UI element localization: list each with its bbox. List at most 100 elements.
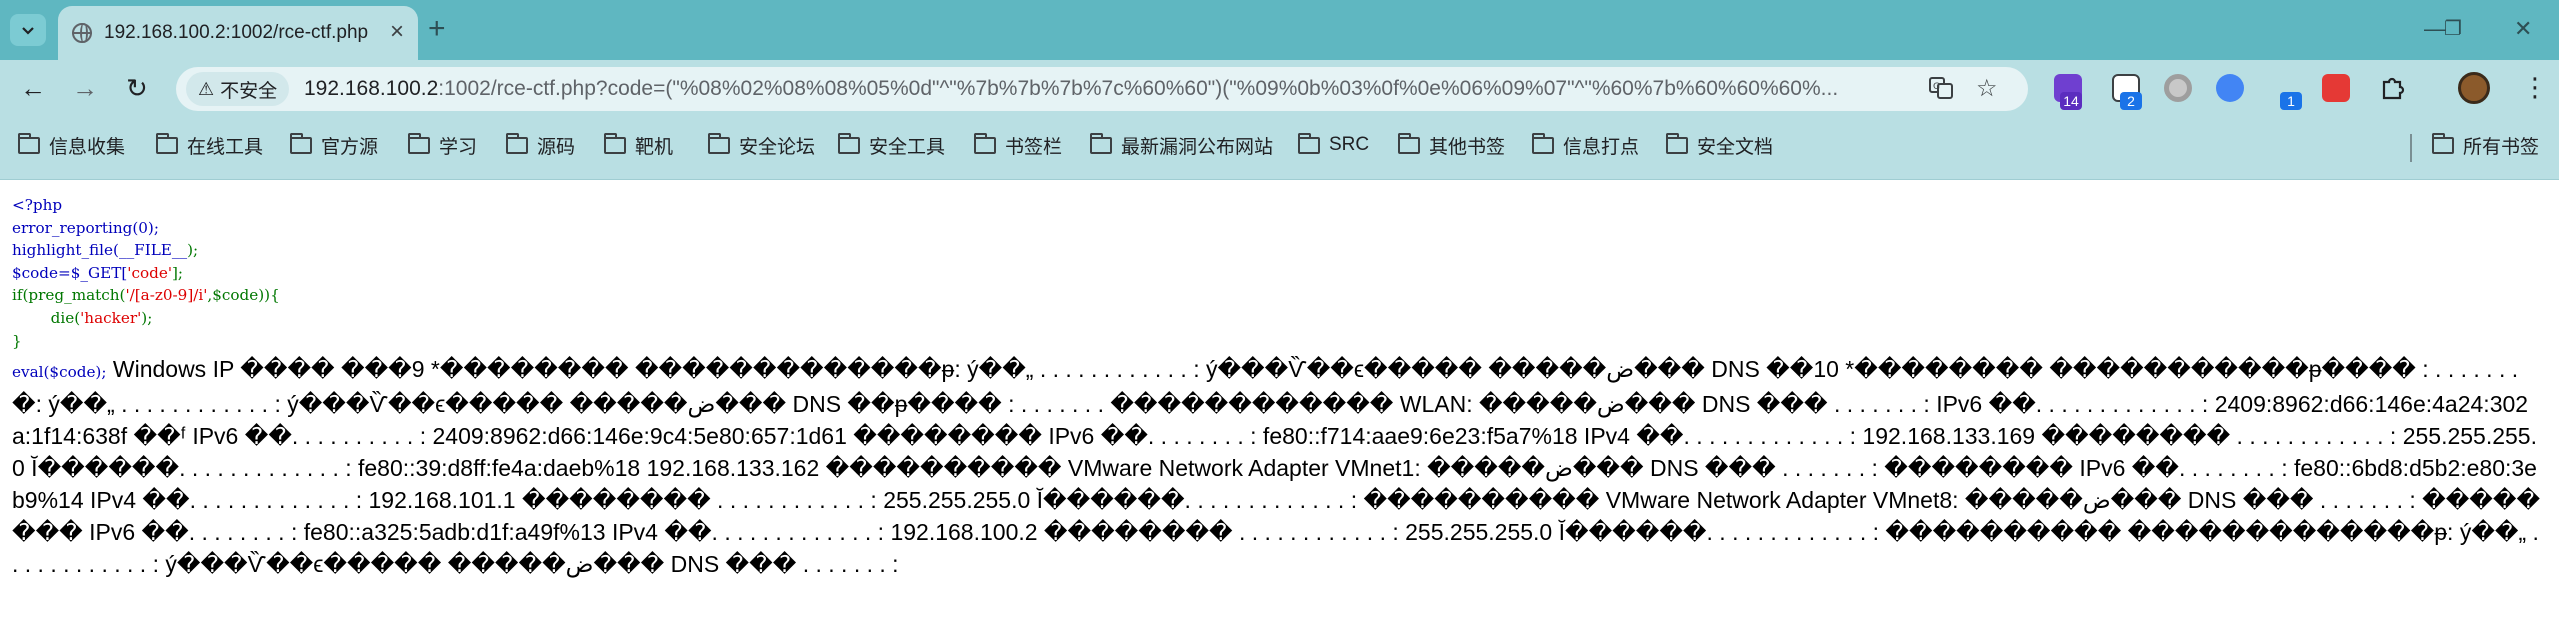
tab-search-button[interactable] <box>10 14 46 46</box>
bookmark-folder[interactable]: 最新漏洞公布网站 <box>1090 130 1273 160</box>
bookmark-label: 最新漏洞公布网站 <box>1121 136 1274 158</box>
code-line: if(preg_match( <box>12 286 126 305</box>
code-token: ]; <box>172 263 184 282</box>
folder-icon <box>838 132 860 154</box>
folder-icon <box>708 132 730 154</box>
page-content: <?php error_reporting(0); highlight_file… <box>0 180 2559 637</box>
url-rest: :1002/rce-ctf.php?code=("%08%02%08%08%05… <box>438 77 1839 100</box>
translate-icon[interactable]: G <box>1928 75 1954 108</box>
browser-toolbar: ← → ↻ ⚠ 不安全 192.168.100.2:1002/rce-ctf.p… <box>0 60 2559 116</box>
folder-icon <box>1532 132 1554 154</box>
bookmark-star-icon[interactable]: ☆ <box>1976 75 1998 103</box>
bookmark-label: 安全文档 <box>1697 136 1774 158</box>
folder-icon <box>290 132 312 154</box>
code-token: ); <box>187 241 199 260</box>
folder-icon <box>18 132 40 154</box>
bookmark-folder[interactable]: 学习 <box>408 130 477 160</box>
code-line: highlight_file( <box>12 241 119 260</box>
code-token: ); <box>141 308 153 327</box>
command-output: eval($code); Windows IP ���� ���9 *�����… <box>12 353 2547 580</box>
extension-icon[interactable] <box>2216 74 2244 102</box>
bookmark-folder[interactable]: 其他书签 <box>1398 130 1505 160</box>
code-string: 'hacker' <box>80 308 142 327</box>
bookmark-label: SRC <box>1329 134 1370 155</box>
all-bookmarks-folder[interactable]: 所有书签 <box>2432 130 2539 160</box>
forward-button[interactable]: → <box>72 72 98 104</box>
extension-badge: 14 <box>2060 92 2082 110</box>
folder-icon <box>506 132 528 154</box>
close-tab-icon[interactable]: × <box>390 20 404 44</box>
bookmark-folder[interactable]: SRC <box>1298 130 1369 160</box>
bookmark-folder[interactable]: 源码 <box>506 130 575 160</box>
ipconfig-output: Windows IP ���� ���9 *�������� ���������… <box>12 356 2541 577</box>
bookmarks-divider <box>2410 134 2412 162</box>
folder-icon <box>1090 132 1112 154</box>
extension-icon[interactable] <box>2322 74 2350 102</box>
bookmark-folder[interactable]: 书签栏 <box>974 130 1062 160</box>
close-window-button[interactable]: ✕ <box>2514 14 2532 44</box>
minimize-button[interactable]: — <box>2424 14 2446 44</box>
folder-icon <box>1398 132 1420 154</box>
bookmark-label: 信息打点 <box>1563 136 1640 158</box>
reload-button[interactable]: ↻ <box>126 72 148 104</box>
bookmark-folder[interactable]: 在线工具 <box>156 130 263 160</box>
code-line: die( <box>12 308 81 327</box>
tab-strip: 192.168.100.2:1002/rce-ctf.php × + — ❐ ✕ <box>0 0 2559 60</box>
address-bar[interactable]: ⚠ 不安全 192.168.100.2:1002/rce-ctf.php?cod… <box>176 67 2028 111</box>
bookmark-label: 所有书签 <box>2463 136 2540 158</box>
code-string: 'code' <box>127 263 172 282</box>
url-text[interactable]: 192.168.100.2:1002/rce-ctf.php?code=("%0… <box>304 77 1944 101</box>
new-tab-button[interactable]: + <box>428 14 446 44</box>
folder-icon <box>2432 132 2454 154</box>
folder-icon <box>156 132 178 154</box>
back-button[interactable]: ← <box>20 72 46 104</box>
security-label: 不安全 <box>220 80 278 102</box>
restore-button[interactable]: ❐ <box>2444 14 2462 44</box>
profile-avatar[interactable] <box>2458 72 2490 104</box>
folder-icon <box>1666 132 1688 154</box>
bookmark-folder[interactable]: 信息收集 <box>18 130 125 160</box>
bookmark-folder[interactable]: 安全论坛 <box>708 130 815 160</box>
bookmark-folder[interactable]: 安全文档 <box>1666 130 1773 160</box>
extension-badge: 2 <box>2120 92 2142 110</box>
folder-icon <box>408 132 430 154</box>
code-line: error_reporting(0); <box>12 218 159 237</box>
bookmark-label: 书签栏 <box>1005 136 1063 158</box>
bookmarks-bar: 信息收集 在线工具 官方源 学习 源码 靶机 安全论坛 安全工具 书签栏 最新漏… <box>0 116 2559 180</box>
chevron-down-icon <box>22 27 34 35</box>
bookmark-label: 源码 <box>537 136 576 158</box>
extension-icon[interactable] <box>2164 74 2192 102</box>
bookmark-label: 安全工具 <box>869 136 946 158</box>
code-line: } <box>12 331 22 350</box>
globe-icon <box>72 23 92 43</box>
bookmark-folder[interactable]: 安全工具 <box>838 130 945 160</box>
bookmark-folder[interactable]: 靶机 <box>604 130 673 160</box>
extension-badge: 1 <box>2280 92 2302 110</box>
code-line: $code=$_GET[ <box>12 263 128 282</box>
security-indicator[interactable]: ⚠ 不安全 <box>186 72 290 106</box>
bookmark-folder[interactable]: 官方源 <box>290 130 378 160</box>
code-token: __FILE__ <box>118 241 188 260</box>
bookmark-label: 在线工具 <box>187 136 264 158</box>
code-string: '/[a-z0-9]/i' <box>125 286 208 305</box>
bookmark-label: 学习 <box>439 136 478 158</box>
bookmark-label: 信息收集 <box>49 136 126 158</box>
bookmark-label: 安全论坛 <box>739 136 816 158</box>
url-host: 192.168.100.2 <box>304 77 439 100</box>
bookmark-label: 其他书签 <box>1429 136 1506 158</box>
bookmark-folder[interactable]: 信息打点 <box>1532 130 1639 160</box>
bookmark-label: 官方源 <box>321 136 379 158</box>
folder-icon <box>1298 132 1320 154</box>
menu-icon[interactable]: ⋮ <box>2522 72 2548 102</box>
tab-title: 192.168.100.2:1002/rce-ctf.php <box>104 22 369 43</box>
php-open-tag: <?php <box>12 196 63 214</box>
active-tab[interactable]: 192.168.100.2:1002/rce-ctf.php × <box>58 6 418 60</box>
svg-text:G: G <box>1933 82 1940 92</box>
folder-icon <box>974 132 996 154</box>
puzzle-icon[interactable] <box>2378 74 2406 102</box>
bookmark-label: 靶机 <box>635 136 674 158</box>
code-token: ,$code)){ <box>207 286 280 305</box>
warning-icon: ⚠ <box>198 78 215 99</box>
eval-line: eval($code); <box>12 363 107 381</box>
folder-icon <box>604 132 626 154</box>
